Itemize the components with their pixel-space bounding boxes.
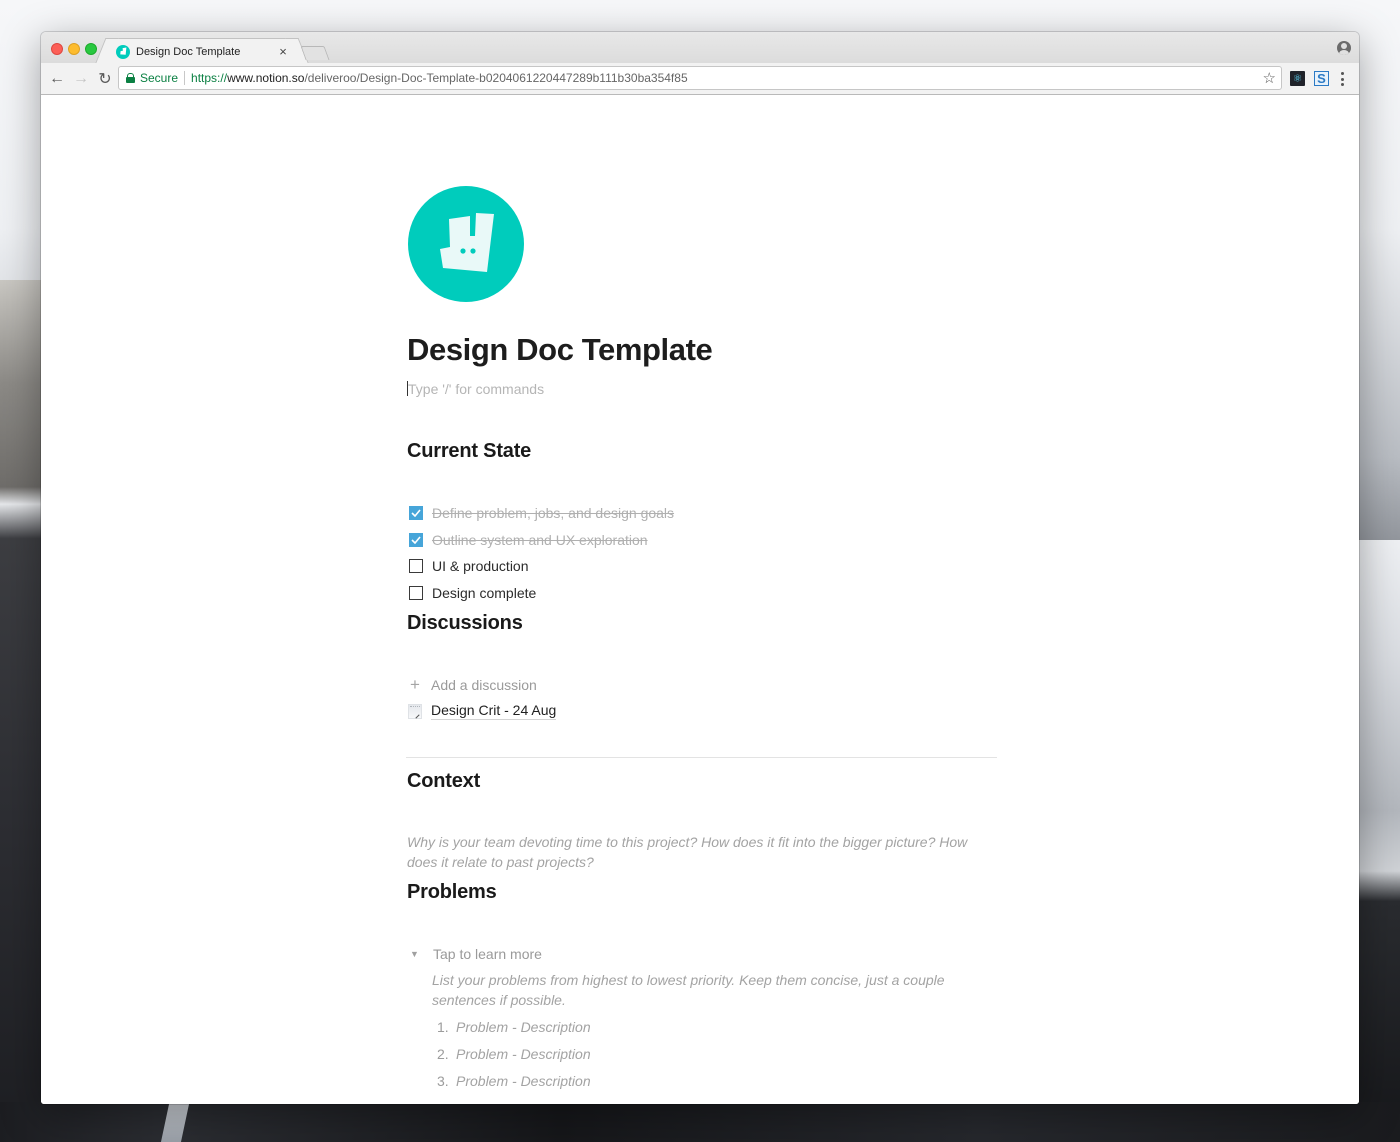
list-text: Problem - Description [456,1073,591,1089]
add-discussion-label: Add a discussion [431,677,537,693]
close-window-button[interactable] [51,43,63,55]
checkbox-unchecked[interactable] [409,559,423,573]
notion-page: Design Doc Template Type '/' for command… [41,95,1359,1104]
todo-item: Define problem, jobs, and design goals [407,502,674,524]
omnibox-separator [184,71,186,85]
url-path: /deliveroo/Design-Doc-Template-b02040612… [304,71,688,85]
address-bar[interactable]: Secure https://www.notion.so/deliveroo/D… [118,66,1282,90]
checkbox-checked[interactable] [409,506,423,520]
todo-item: UI & production [407,555,529,577]
browser-titlebar: Design Doc Template × [41,32,1359,64]
heading-current-state[interactable]: Current State [407,440,531,463]
browser-tab-active[interactable]: Design Doc Template × [107,38,297,64]
tab-title: Design Doc Template [136,45,241,58]
list-number: 2. [437,1046,449,1062]
secure-label: Secure [140,71,179,85]
bookmark-star-icon[interactable]: ☆ [1263,69,1276,87]
problems-instructions[interactable]: List your problems from highest to lowes… [432,970,992,1010]
todo-label[interactable]: Design complete [432,585,536,601]
url-host: www.notion.so [227,71,305,85]
desktop-wallpaper-right [1355,540,1400,1142]
checkbox-unchecked[interactable] [409,586,423,600]
tab-close-icon[interactable]: × [276,44,290,59]
browser-toolbar: ← → ↻ Secure https://www.notion.so/deliv… [41,63,1359,95]
page-document-icon [408,703,422,719]
new-tab-button[interactable] [300,46,330,60]
forward-arrow-icon[interactable]: → [70,68,92,90]
list-text: Problem - Description [456,1046,591,1062]
command-input[interactable]: Type '/' for commands [407,381,544,397]
context-prompt[interactable]: Why is your team devoting time to this p… [407,832,992,872]
lock-icon [126,73,135,83]
heading-problems[interactable]: Problems [407,881,497,904]
minimize-window-button[interactable] [68,43,80,55]
numbered-list-item[interactable]: 1. Problem - Description [437,1016,591,1038]
plus-icon: + [410,675,420,694]
reload-icon[interactable]: ↻ [94,68,116,90]
checkbox-checked[interactable] [409,533,423,547]
list-number: 1. [437,1019,449,1035]
profile-icon[interactable] [1337,41,1351,55]
divider [406,757,997,758]
toggle-tap-to-learn-more[interactable]: ▼ Tap to learn more [407,943,542,965]
list-text: Problem - Description [456,1019,591,1035]
todo-label[interactable]: UI & production [432,558,529,574]
toggle-label: Tap to learn more [433,946,542,962]
deliveroo-logo-icon[interactable] [408,186,524,302]
heading-discussions[interactable]: Discussions [407,612,523,635]
page-link-label: Design Crit - 24 Aug [431,702,557,720]
desktop-wallpaper-left [0,280,45,1142]
url-scheme: https:// [191,71,228,85]
back-arrow-icon[interactable]: ← [46,68,68,90]
browser-menu-icon[interactable] [1339,71,1345,87]
numbered-list-item[interactable]: 3. Problem - Description [437,1070,591,1092]
add-discussion-button[interactable]: + Add a discussion [407,674,537,696]
react-devtools-icon[interactable]: ⚛ [1290,71,1305,86]
deliveroo-favicon-icon [116,44,130,59]
todo-item: Design complete [407,582,536,604]
todo-label[interactable]: Outline system and UX exploration [432,532,648,548]
todo-item: Outline system and UX exploration [407,529,648,551]
toggle-triangle-icon[interactable]: ▼ [410,949,424,959]
s-extension-icon[interactable]: S [1314,71,1329,86]
command-placeholder: Type '/' for commands [408,381,545,397]
heading-context[interactable]: Context [407,770,480,793]
page-title[interactable]: Design Doc Template [407,332,713,368]
todo-label[interactable]: Define problem, jobs, and design goals [432,505,674,521]
desktop-wallpaper-bottom [0,1102,1400,1142]
numbered-list-item[interactable]: 2. Problem - Description [437,1043,591,1065]
list-number: 3. [437,1073,449,1089]
zoom-window-button[interactable] [85,43,97,55]
browser-window: Design Doc Template × ← → ↻ Secure https… [41,32,1359,1104]
page-link-design-crit[interactable]: Design Crit - 24 Aug [407,700,557,722]
